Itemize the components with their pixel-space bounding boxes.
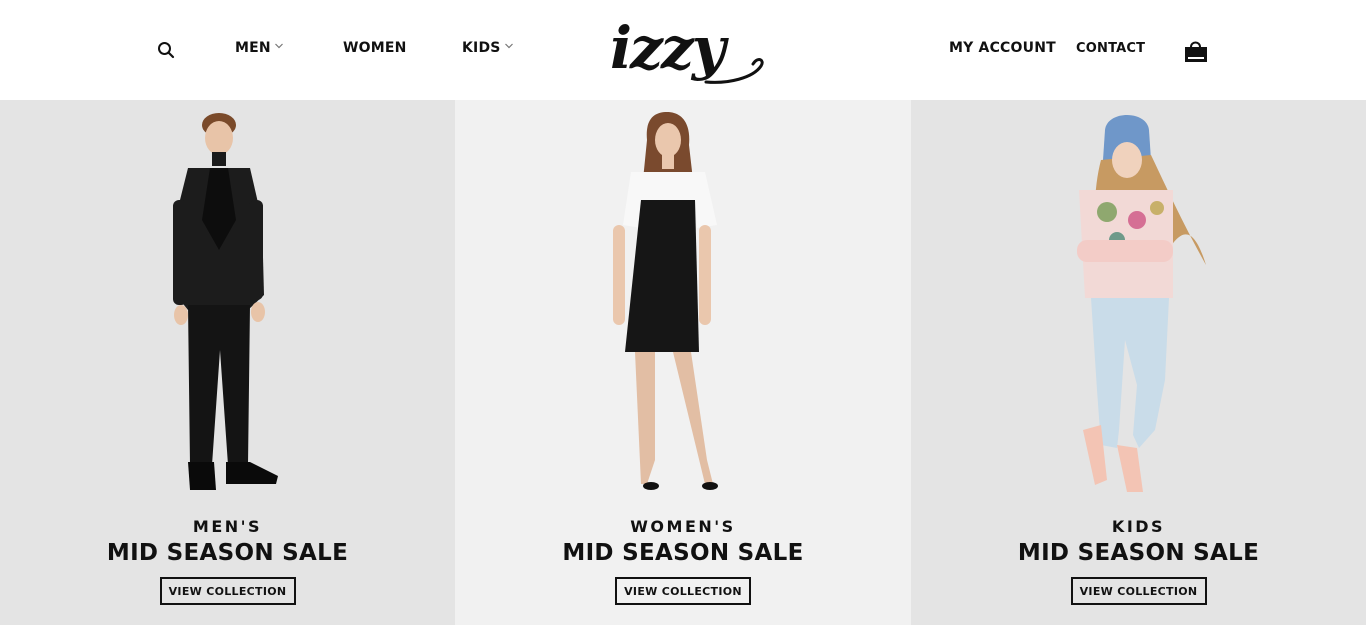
men-model-image bbox=[0, 100, 455, 500]
nav-kids-label: KIDS bbox=[462, 40, 501, 56]
women-view-collection-button[interactable]: VIEW COLLECTION bbox=[615, 577, 751, 605]
site-header: MEN WOMEN KIDS izzy MY ACCOUNT CONTACT bbox=[0, 0, 1366, 100]
contact-label: CONTACT bbox=[1076, 41, 1146, 56]
site-logo[interactable]: izzy bbox=[608, 8, 768, 96]
my-account-link[interactable]: MY ACCOUNT bbox=[949, 40, 1056, 56]
chevron-down-icon bbox=[504, 43, 513, 49]
category-panels: MEN'S MID SEASON SALE VIEW COLLECTION WO… bbox=[0, 100, 1366, 625]
men-title: MID SEASON SALE bbox=[106, 540, 349, 566]
nav-kids[interactable]: KIDS bbox=[462, 40, 514, 56]
search-button[interactable] bbox=[156, 40, 176, 60]
kids-view-collection-button[interactable]: VIEW COLLECTION bbox=[1070, 577, 1207, 605]
kids-kicker: KIDS bbox=[1111, 517, 1166, 536]
women-model-image bbox=[455, 100, 911, 500]
men-view-collection-button[interactable]: VIEW COLLECTION bbox=[159, 577, 296, 605]
men-kicker: MEN'S bbox=[192, 517, 263, 536]
nav-women[interactable]: WOMEN bbox=[343, 40, 407, 56]
page-bottom-edge bbox=[0, 625, 1366, 631]
shopping-bag-icon bbox=[1185, 41, 1207, 62]
women-title: MID SEASON SALE bbox=[562, 540, 804, 566]
women-panel[interactable]: WOMEN'S MID SEASON SALE VIEW COLLECTION bbox=[455, 100, 911, 625]
nav-men[interactable]: MEN bbox=[235, 40, 284, 56]
logo-text: izzy bbox=[610, 14, 730, 82]
cart-button[interactable] bbox=[1183, 38, 1209, 64]
izzy-logo-mark: izzy bbox=[610, 14, 764, 84]
kids-model-image bbox=[911, 100, 1366, 500]
search-icon bbox=[158, 42, 175, 59]
nav-women-label: WOMEN bbox=[343, 40, 407, 56]
chevron-down-icon bbox=[274, 43, 283, 49]
my-account-label: MY ACCOUNT bbox=[949, 40, 1056, 56]
women-kicker: WOMEN'S bbox=[630, 517, 736, 536]
nav-men-label: MEN bbox=[235, 40, 271, 56]
contact-link[interactable]: CONTACT bbox=[1076, 41, 1145, 56]
men-panel[interactable]: MEN'S MID SEASON SALE VIEW COLLECTION bbox=[0, 100, 455, 625]
kids-panel[interactable]: KIDS MID SEASON SALE VIEW COLLECTION bbox=[911, 100, 1366, 625]
kids-title: MID SEASON SALE bbox=[1017, 540, 1260, 566]
